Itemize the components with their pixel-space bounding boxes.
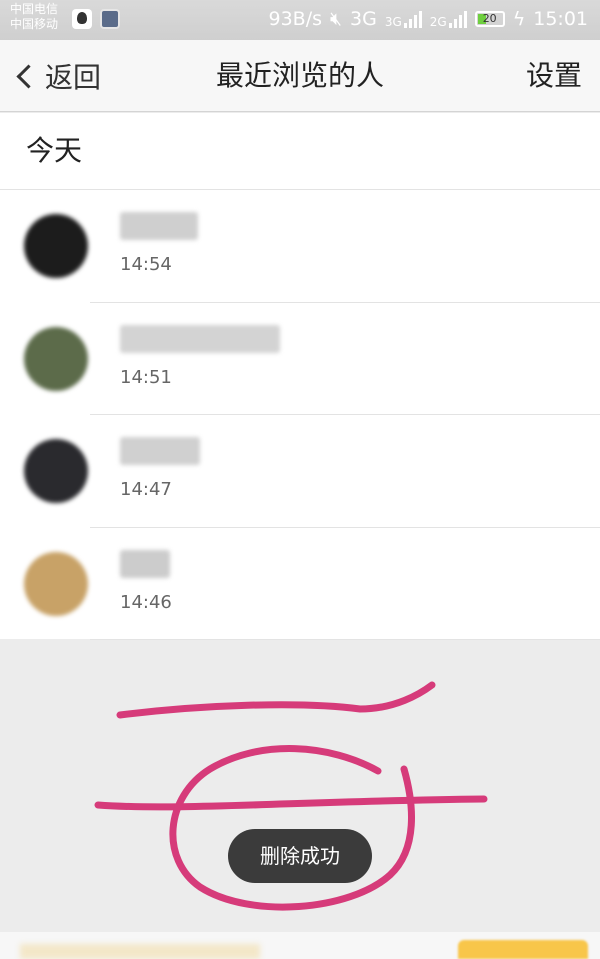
visitor-row[interactable]: 14:47 [0, 415, 600, 528]
signal-3g-icon: 3G [385, 10, 422, 28]
battery-icon: 20 [474, 11, 505, 27]
mute-icon: 🔇︎ [330, 8, 342, 30]
annotation-stroke-top [116, 681, 436, 719]
visitor-name-redacted [120, 212, 198, 240]
visit-time: 14:54 [120, 254, 172, 275]
annotation-stroke-circle [169, 745, 415, 911]
bottom-partial-content [0, 932, 600, 959]
visitor-row[interactable]: 14:54 [0, 190, 600, 303]
visit-time: 14:51 [120, 366, 172, 388]
carrier-2: 中国移动 [10, 17, 59, 31]
visit-time: 14:47 [120, 479, 172, 500]
signal-2g-icon: 2G [430, 10, 467, 28]
toast-message: 删除成功 [228, 829, 372, 883]
recent-visitors-list: 今天 14:54 14:51 14:47 14:46 [0, 113, 600, 640]
status-bar: 中国电信 中国移动 93B/s 🔇︎ 3G 3G 2G 20 ϟ 15:01 [0, 0, 600, 40]
battery-level: 20 [482, 12, 497, 25]
carrier-1: 中国电信 [10, 2, 59, 16]
network-speed: 93B/s [268, 8, 323, 30]
clock: 15:01 [533, 8, 588, 30]
carrier-info: 中国电信 中国移动 [10, 2, 58, 32]
net-2g-label: 2G [429, 15, 447, 29]
annotation-stroke-middle [94, 795, 488, 811]
page-title: 最近浏览的人 [215, 59, 384, 92]
yellow-button-partial[interactable] [458, 940, 588, 959]
net-3g-label: 3G [350, 8, 377, 30]
avatar[interactable] [24, 326, 88, 391]
visitor-name-redacted [120, 437, 200, 465]
qq-notification-icon [72, 9, 92, 29]
avatar[interactable] [24, 551, 88, 616]
blurred-content [20, 944, 260, 959]
charging-icon: ϟ [512, 8, 526, 30]
net-3g-small-label: 3G [384, 15, 402, 29]
visitor-name-redacted [120, 324, 280, 353]
avatar[interactable] [24, 439, 88, 503]
status-right-group: 93B/s 🔇︎ 3G 3G 2G 20 ϟ 15:01 [269, 8, 589, 30]
settings-button[interactable]: 设置 [526, 56, 582, 96]
visitor-name-redacted [120, 549, 170, 578]
image-notification-icon [100, 9, 120, 29]
section-header-today: 今天 [0, 113, 600, 190]
nav-bar: 返回 最近浏览的人 设置 [0, 40, 600, 112]
avatar[interactable] [24, 214, 88, 278]
visitor-row[interactable]: 14:46 [0, 528, 600, 640]
hand-drawn-annotation [94, 681, 488, 911]
visitor-row[interactable]: 14:51 [0, 303, 600, 415]
visit-time: 14:46 [120, 591, 172, 613]
